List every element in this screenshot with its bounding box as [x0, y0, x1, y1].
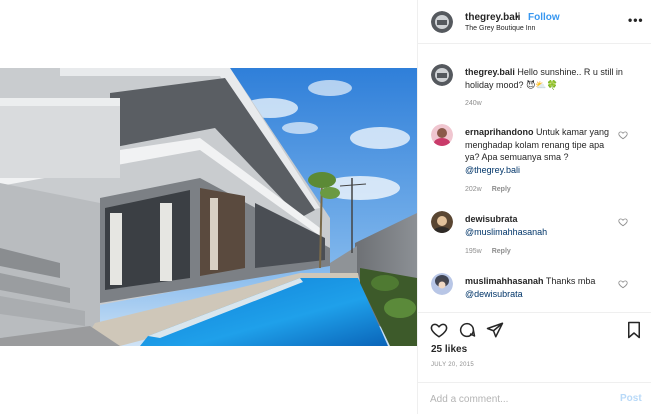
caption-avatar[interactable]: [431, 64, 453, 86]
reply-button[interactable]: Reply: [492, 248, 511, 255]
avatar-image: [431, 124, 453, 146]
comment-age[interactable]: 202w: [465, 186, 482, 193]
post-date[interactable]: JULY 20, 2015: [431, 362, 474, 368]
post-sidebar: thegrey.bali • Follow The Grey Boutique …: [417, 0, 651, 414]
caption-text-block: thegrey.bali Hello sunshine.. R u still …: [465, 66, 630, 91]
comment-username[interactable]: ernaprihandono: [465, 127, 534, 137]
more-options-icon[interactable]: •••: [628, 13, 644, 27]
post-media-area: [0, 0, 417, 414]
post-header: thegrey.bali • Follow The Grey Boutique …: [418, 0, 651, 44]
caption-age[interactable]: 240w: [465, 100, 482, 107]
comment-age[interactable]: 195w: [465, 248, 482, 255]
comment-text-block: ernaprihandono Untuk kamar yang menghada…: [465, 126, 617, 176]
comment-text: Thanks mba: [545, 276, 596, 286]
comment-like-icon[interactable]: [618, 279, 628, 289]
add-comment-input[interactable]: [430, 391, 610, 407]
comment-mention[interactable]: @dewisubrata: [465, 289, 523, 299]
header-username[interactable]: thegrey.bali: [465, 12, 520, 23]
add-comment-bar: Post: [418, 382, 651, 414]
comment-like-icon[interactable]: [618, 130, 628, 140]
comment-text-block: muslimahhasanah Thanks mba @dewisubrata: [465, 275, 617, 300]
comment-like-icon[interactable]: [618, 217, 628, 227]
commenter-avatar[interactable]: [431, 124, 453, 146]
comment-username[interactable]: dewisubrata: [465, 214, 518, 224]
follow-button[interactable]: Follow: [528, 12, 560, 23]
commenter-avatar[interactable]: [431, 211, 453, 233]
comment-mention[interactable]: @muslimahhasanah: [465, 227, 547, 237]
heart-icon[interactable]: [430, 321, 448, 339]
comment-text-block: dewisubrata @muslimahhasanah: [465, 213, 617, 238]
comment-username[interactable]: muslimahhasanah: [465, 276, 544, 286]
profile-avatar[interactable]: [431, 11, 453, 33]
hotel-pool-photo: [0, 68, 417, 346]
caption-emoji: 😈⛅🍀: [526, 79, 558, 90]
reply-button[interactable]: Reply: [492, 186, 511, 193]
header-separator: •: [515, 12, 519, 23]
post-comment-button[interactable]: Post: [620, 393, 642, 404]
likes-count[interactable]: 25 likes: [431, 344, 467, 355]
location-link[interactable]: The Grey Boutique Inn: [465, 25, 535, 32]
avatar-image: [431, 11, 453, 33]
bookmark-icon[interactable]: [625, 321, 643, 339]
post-photo[interactable]: [0, 68, 417, 346]
comment-meta: 195w Reply: [465, 248, 511, 255]
caption-username[interactable]: thegrey.bali: [465, 67, 515, 77]
comment-mention[interactable]: @thegrey.bali: [465, 165, 520, 175]
share-icon[interactable]: [486, 321, 504, 339]
comment-meta: 202w Reply: [465, 186, 511, 193]
avatar-image: [431, 273, 453, 295]
commenter-avatar[interactable]: [431, 273, 453, 295]
comment-icon[interactable]: [458, 321, 476, 339]
avatar-image: [431, 64, 453, 86]
avatar-image: [431, 211, 453, 233]
